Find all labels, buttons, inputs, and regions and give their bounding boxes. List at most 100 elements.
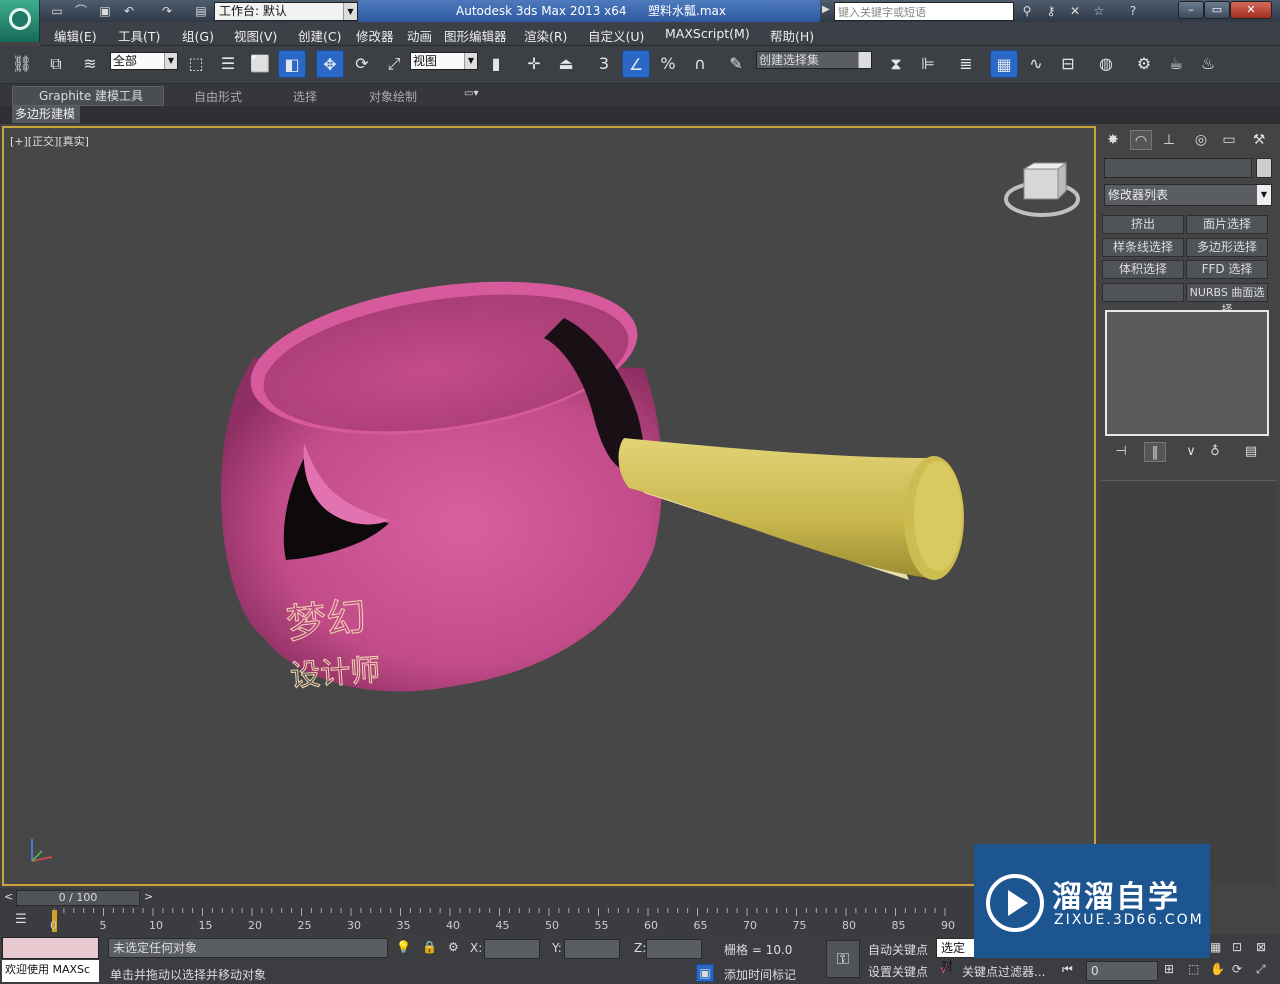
key-icon[interactable]: ⚷ bbox=[1042, 3, 1060, 19]
lock-icon[interactable]: 🔒 bbox=[422, 940, 437, 954]
menu-modifiers[interactable]: 修改器 bbox=[356, 26, 394, 45]
select-manipulate-icon[interactable]: ✛ bbox=[520, 50, 548, 78]
frame-input[interactable]: 0 bbox=[1086, 961, 1158, 981]
make-unique-icon[interactable]: ∨ bbox=[1180, 442, 1202, 462]
ffd-select-button[interactable]: FFD 选择 bbox=[1186, 260, 1268, 279]
utilities-tab-icon[interactable]: ⚒ bbox=[1248, 130, 1270, 150]
menu-create[interactable]: 创建(C) bbox=[298, 26, 341, 45]
z-coordinate-input[interactable] bbox=[646, 939, 702, 959]
tab-graphite-modeling[interactable]: Graphite 建模工具 bbox=[12, 86, 164, 106]
set-key-button[interactable]: 设置关键点 bbox=[868, 963, 928, 980]
bind-spacewarp-icon[interactable]: ≋ bbox=[76, 50, 104, 78]
hierarchy-tab-icon[interactable]: ⊥ bbox=[1158, 130, 1180, 150]
help-icon[interactable]: ? bbox=[1124, 3, 1142, 19]
undo-icon[interactable]: ↶ bbox=[120, 3, 138, 19]
empty-modifier-button[interactable] bbox=[1102, 283, 1184, 302]
select-by-name-icon[interactable]: ☰ bbox=[214, 50, 242, 78]
render-setup-icon[interactable]: ⚙ bbox=[1130, 50, 1158, 78]
x-coordinate-input[interactable] bbox=[484, 939, 540, 959]
zoom-extents-all-icon[interactable]: ⊠ bbox=[1256, 940, 1266, 954]
rect-region-icon[interactable]: ⬜ bbox=[246, 50, 274, 78]
tab-object-paint[interactable]: 对象绘制 bbox=[369, 88, 417, 105]
selected-dropdown[interactable]: 选定对 bbox=[936, 938, 976, 973]
spinner-snap-icon[interactable]: ∩ bbox=[686, 50, 714, 78]
angle-snap-icon[interactable]: ∠ bbox=[622, 50, 650, 78]
named-selection-dropdown[interactable]: 创建选择集 ▼ bbox=[756, 51, 872, 69]
graphite-toggle-icon[interactable]: ▦ bbox=[990, 50, 1018, 78]
y-coordinate-input[interactable] bbox=[564, 939, 620, 959]
key-filters-button[interactable]: 关键点过滤器... bbox=[962, 963, 1045, 980]
spline-select-button[interactable]: 样条线选择 bbox=[1102, 238, 1184, 257]
zoom-extents-icon[interactable]: ⊡ bbox=[1232, 940, 1242, 954]
track-bar[interactable]: ☰ 0 5 10 15 20 25 30 35 40 45 50 55 60 65 70 75 80 85 90 bbox=[0, 908, 975, 934]
ribbon-options-icon[interactable]: ▭▾ bbox=[464, 88, 478, 99]
snap-toggle-icon[interactable]: 3 bbox=[590, 50, 618, 78]
add-time-tag-label[interactable]: 添加时间标记 bbox=[724, 966, 796, 983]
menu-views[interactable]: 视图(V) bbox=[234, 26, 277, 45]
create-tab-icon[interactable]: ✸ bbox=[1102, 130, 1124, 150]
show-end-result-icon[interactable]: ‖ bbox=[1144, 442, 1166, 462]
menu-graph-editors[interactable]: 图形编辑器 bbox=[444, 26, 507, 45]
menu-help[interactable]: 帮助(H) bbox=[770, 26, 814, 45]
menu-edit[interactable]: 编辑(E) bbox=[54, 26, 97, 45]
perspective-viewport[interactable]: [+][正交][真实] 梦幻 设计师 bbox=[2, 126, 1096, 886]
isolate-icon[interactable]: 💡 bbox=[396, 940, 411, 954]
pan-view-icon[interactable]: ✋ bbox=[1210, 962, 1225, 976]
object-color-swatch[interactable] bbox=[1256, 158, 1272, 178]
scale-icon[interactable]: ⤢ bbox=[380, 50, 408, 78]
auto-key-button[interactable]: 自动关键点 bbox=[868, 941, 928, 958]
pin-stack-icon[interactable]: ⊣ bbox=[1110, 442, 1132, 462]
modify-tab-icon[interactable]: ◠ bbox=[1130, 130, 1152, 150]
save-file-icon[interactable]: ▣ bbox=[96, 3, 114, 19]
poly-select-button[interactable]: 多边形选择 bbox=[1186, 238, 1268, 257]
maxscript-listener[interactable]: 欢迎使用 MAXSc bbox=[2, 960, 99, 982]
select-object-icon[interactable]: ⬚ bbox=[182, 50, 210, 78]
pivot-center-icon[interactable]: ▮ bbox=[482, 50, 510, 78]
rotate-icon[interactable]: ⟳ bbox=[348, 50, 376, 78]
modifier-stack[interactable] bbox=[1105, 310, 1269, 436]
menu-maxscript[interactable]: MAXScript(M) bbox=[665, 26, 750, 41]
star-icon[interactable]: ☆ bbox=[1090, 3, 1108, 19]
render-teapot-icon[interactable]: ♨ bbox=[1194, 50, 1222, 78]
tab-polygon-modeling[interactable]: 多边形建模 bbox=[12, 106, 80, 123]
goto-start-icon[interactable]: ⏮ bbox=[1062, 962, 1073, 977]
menu-animation[interactable]: 动画 bbox=[407, 26, 432, 45]
next-frame-icon[interactable]: > bbox=[144, 890, 153, 903]
move-icon[interactable]: ✥ bbox=[316, 50, 344, 78]
zoom-region-icon[interactable]: ⬚ bbox=[1188, 962, 1199, 976]
curve-editor-icon[interactable]: ∿ bbox=[1022, 50, 1050, 78]
modifier-list-dropdown[interactable]: 修改器列表 ▼ bbox=[1104, 184, 1272, 206]
ref-coord-dropdown[interactable]: 视图 ▼ bbox=[410, 52, 478, 70]
edit-named-sel-icon[interactable]: ✎ bbox=[722, 50, 750, 78]
remove-modifier-icon[interactable]: ♁ bbox=[1204, 442, 1226, 462]
mirror-icon[interactable]: ⧗ bbox=[882, 50, 910, 78]
tools-icon[interactable]: ✕ bbox=[1066, 3, 1084, 19]
tab-selection[interactable]: 选择 bbox=[293, 88, 317, 105]
orbit-icon[interactable]: ⟳ bbox=[1232, 962, 1242, 976]
project-folder-icon[interactable]: ▤ bbox=[192, 3, 210, 19]
new-file-icon[interactable]: ▭ bbox=[48, 3, 66, 19]
prev-frame-icon[interactable]: < bbox=[4, 890, 13, 903]
menu-rendering[interactable]: 渲染(R) bbox=[524, 26, 567, 45]
maximize-button[interactable]: ▭ bbox=[1204, 1, 1230, 19]
nurbs-select-button[interactable]: NURBS 曲面选择 bbox=[1186, 283, 1268, 316]
schematic-view-icon[interactable]: ⊟ bbox=[1054, 50, 1082, 78]
search-input[interactable]: 键入关键字或短语 bbox=[834, 2, 1014, 21]
extrude-button[interactable]: 挤出 bbox=[1102, 215, 1184, 234]
selection-filter-dropdown[interactable]: 全部 ▼ bbox=[110, 52, 178, 70]
menu-tools[interactable]: 工具(T) bbox=[118, 26, 160, 45]
object-name-field[interactable] bbox=[1104, 158, 1252, 178]
link-icon[interactable]: ⛓ bbox=[8, 50, 36, 78]
rendered-frame-icon[interactable]: ☕ bbox=[1162, 50, 1190, 78]
patch-select-button[interactable]: 面片选择 bbox=[1186, 215, 1268, 234]
tab-freeform[interactable]: 自由形式 bbox=[194, 88, 242, 105]
chevron-right-icon[interactable]: ▶ bbox=[822, 4, 830, 15]
close-button[interactable]: ✕ bbox=[1230, 1, 1272, 19]
motion-tab-icon[interactable]: ◎ bbox=[1190, 130, 1212, 150]
maximize-viewport-icon[interactable]: ⤢ bbox=[1256, 962, 1266, 977]
unlink-icon[interactable]: ⧉ bbox=[42, 50, 70, 78]
percent-snap-icon[interactable]: % bbox=[654, 50, 682, 78]
transform-mode-icon[interactable]: ⚙ bbox=[448, 940, 459, 954]
time-slider-thumb[interactable]: 0 / 100 bbox=[16, 890, 140, 906]
menu-customize[interactable]: 自定义(U) bbox=[588, 26, 644, 45]
